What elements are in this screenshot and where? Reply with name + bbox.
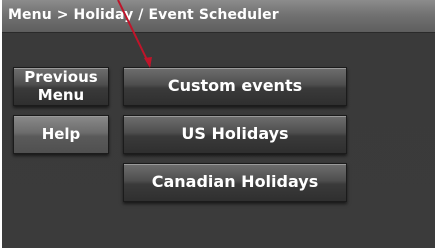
previous-menu-label-line1: Previous <box>24 68 98 87</box>
help-label: Help <box>41 124 81 143</box>
us-holidays-label: US Holidays <box>181 124 289 144</box>
us-holidays-button[interactable]: US Holidays <box>123 115 347 154</box>
help-button[interactable]: Help <box>13 115 109 154</box>
thermostat-screen: Menu > Holiday / Event Scheduler Previou… <box>2 0 435 248</box>
custom-events-label: Custom events <box>167 76 303 96</box>
title-bar: Menu > Holiday / Event Scheduler <box>2 0 435 33</box>
previous-menu-button[interactable]: Previous Menu <box>13 67 109 106</box>
canadian-holidays-button[interactable]: Canadian Holidays <box>123 163 347 202</box>
previous-menu-label-line2: Menu <box>37 85 85 104</box>
custom-events-button[interactable]: Custom events <box>123 67 347 106</box>
canadian-holidays-label: Canadian Holidays <box>151 172 319 192</box>
breadcrumb-title: Menu > Holiday / Event Scheduler <box>8 7 279 23</box>
